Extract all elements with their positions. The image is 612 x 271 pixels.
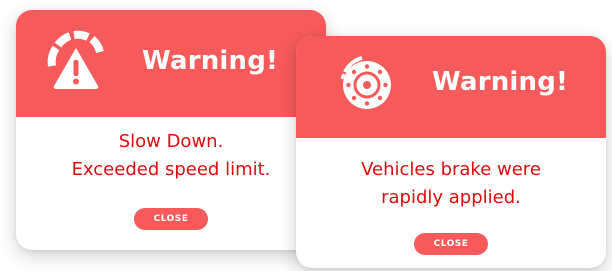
message-line: Vehicles brake were (361, 159, 541, 180)
alerts-stage: Warning! Slow Down. Exceeded speed limit… (0, 0, 612, 271)
dialog-title: Warning! (142, 46, 279, 76)
message-line: Slow Down. (118, 131, 224, 152)
dialog-header: Warning! (296, 36, 606, 138)
close-button[interactable]: CLOSE (414, 233, 488, 255)
message-line: Exceeded speed limit. (71, 159, 271, 180)
dialog-message: Slow Down. Exceeded speed limit. (16, 128, 326, 184)
dialog-title: Warning! (432, 67, 569, 97)
brake-warning-dialog: Warning! Vehicles brake were rapidly app… (296, 36, 606, 268)
speed-warning-dialog: Warning! Slow Down. Exceeded speed limit… (16, 10, 326, 250)
close-button[interactable]: CLOSE (134, 208, 208, 230)
brake-disc-icon (340, 56, 391, 109)
dialog-header: Warning! (16, 10, 326, 117)
dialog-message: Vehicles brake were rapidly applied. (296, 156, 606, 212)
speedometer-warning-icon (47, 30, 104, 89)
message-line: rapidly applied. (381, 187, 521, 208)
